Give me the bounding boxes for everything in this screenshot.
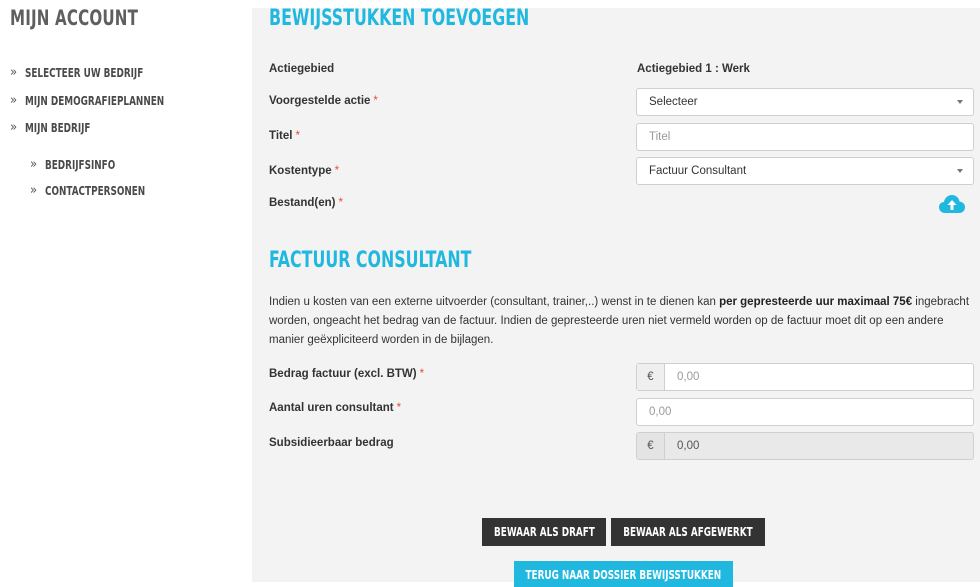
bewaar-draft-button[interactable]: Bewaar als draft [482,518,606,546]
subsidie-label: Subsidieerbaar bedrag [269,437,394,449]
voorgestelde-actie-label: Voorgestelde actie * [269,95,378,107]
sidebar-title: Mijn Account [10,6,139,30]
required-mark: * [334,165,340,177]
actiegebied-label: Actiegebied [269,63,335,75]
kostentype-label: Kostentype * [269,165,339,177]
caret-down-icon [957,100,963,104]
sidebar: Mijn Account » Selecteer uw bedrijf » Mi… [0,0,252,582]
sidebar-item-mijn-bedrijf[interactable]: » Mijn bedrijf [10,120,105,135]
titel-label: Titel * [269,130,300,142]
bedrag-input[interactable]: € 0,00 [636,363,974,391]
input-placeholder: 0,00 [677,371,700,383]
input-value: 0,00 [677,440,700,452]
euro-addon: € [637,433,665,459]
titel-input[interactable]: Titel [636,123,974,151]
page-title: Bewijsstukken toevoegen [269,6,530,31]
euro-addon: € [637,364,665,390]
sidebar-item-label: Mijn demografieplannen [25,93,165,108]
label-text: Voorgestelde actie [269,95,371,107]
caret-down-icon [957,169,963,173]
sidebar-item-label: Bedrijfsinfo [45,157,116,172]
chevron-double-right-icon: » [30,157,38,172]
chevron-double-right-icon: » [10,93,18,108]
subsidie-input: € 0,00 [636,432,974,460]
chevron-double-right-icon: » [30,183,38,198]
description-text: Indien u kosten van een externe uitvoerd… [269,296,720,308]
label-text: Bedrag factuur (excl. BTW) [269,368,417,380]
label-text: Bestand(en) [269,197,336,209]
actiegebied-value: Actiegebied 1 : Werk [637,63,750,75]
button-label: Bewaar als draft [493,525,595,539]
bewaar-afgewerkt-button[interactable]: Bewaar als afgewerkt [611,518,765,546]
button-label: Bewaar als afgewerkt [623,525,753,539]
sidebar-item-label: Contactpersonen [45,183,146,198]
required-mark: * [419,368,425,380]
bestanden-label: Bestand(en) * [269,197,343,209]
main-panel: Bewijsstukken toevoegen Actiegebied Acti… [252,6,980,582]
sidebar-subitem-contactpersonen[interactable]: » Contactpersonen [30,183,167,198]
section-title-factuur: Factuur consultant [269,248,472,273]
sidebar-item-label: Selecteer uw bedrijf [25,65,144,80]
cloud-upload-icon[interactable] [939,194,965,214]
input-placeholder: 0,00 [649,406,672,418]
label-text: Aantal uren consultant [269,402,394,414]
bedrag-label: Bedrag factuur (excl. BTW) * [269,368,424,380]
label-text: Kostentype [269,165,332,177]
uren-label: Aantal uren consultant * [269,402,401,414]
label-text: Titel [269,130,293,142]
chevron-double-right-icon: » [10,120,18,135]
button-label: Terug naar dossier bewijsstukken [525,568,722,582]
required-mark: * [338,197,343,209]
voorgestelde-actie-select[interactable]: Selecteer [636,88,974,116]
select-value: Selecteer [649,96,698,108]
required-mark: * [373,95,378,107]
kostentype-select[interactable]: Factuur Consultant [636,157,974,185]
sidebar-item-selecteer-bedrijf[interactable]: » Selecteer uw bedrijf [10,65,169,80]
sidebar-subitem-bedrijfsinfo[interactable]: » Bedrijfsinfo [30,157,131,172]
chevron-double-right-icon: » [10,65,18,80]
factuur-description: Indien u kosten van een externe uitvoerd… [269,293,974,350]
sidebar-item-demografieplannen[interactable]: » Mijn demografieplannen [10,93,195,108]
input-placeholder: Titel [649,131,671,143]
required-mark: * [295,130,300,142]
select-value: Factuur Consultant [649,165,747,177]
required-mark: * [396,402,402,414]
description-bold: per gepresteerde uur maximaal 75€ [719,296,913,308]
terug-dossier-button[interactable]: Terug naar dossier bewijsstukken [514,561,733,587]
uren-input[interactable]: 0,00 [636,398,974,426]
sidebar-item-label: Mijn bedrijf [25,120,91,135]
